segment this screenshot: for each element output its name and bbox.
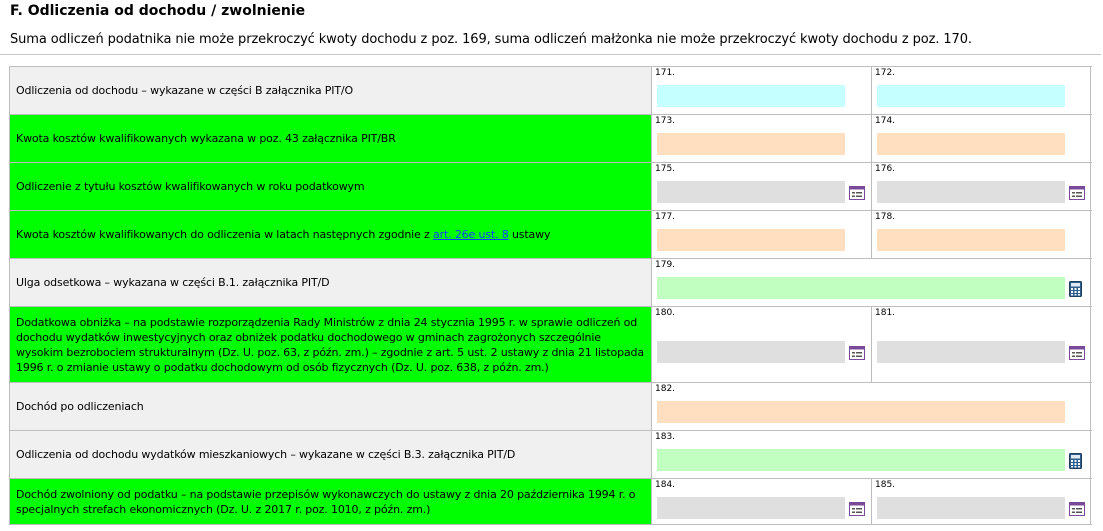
- row-label-text: Kwota kosztów kwalifikowanych do odlicze…: [16, 228, 434, 241]
- cell-178: 178.: [872, 211, 1091, 258]
- calculator-icon[interactable]: [1069, 453, 1082, 469]
- field-number: 178.: [875, 212, 896, 222]
- field-number: 175.: [655, 164, 676, 174]
- row-label: Dochód zwolniony od podatku – na podstaw…: [10, 479, 652, 524]
- form-row-180-181: Dodatkowa obniżka – na podstawie rozporz…: [10, 307, 1092, 383]
- field-178-input[interactable]: [877, 229, 1065, 251]
- field-185-input[interactable]: [877, 497, 1065, 519]
- field-184-input[interactable]: [657, 497, 845, 519]
- field-183-input[interactable]: [657, 449, 1065, 471]
- row-label: Kwota kosztów kwalifikowanych wykazana w…: [10, 115, 652, 162]
- cell-175: 175.: [652, 163, 872, 210]
- field-number: 179.: [655, 260, 676, 270]
- cell-179: 179.: [652, 259, 1091, 306]
- row-label: Odliczenia od dochodu – wykazane w częśc…: [10, 67, 652, 114]
- field-176-input[interactable]: [877, 181, 1065, 203]
- field-181-input[interactable]: [877, 341, 1065, 363]
- row-label: Ulga odsetkowa – wykazana w części B.1. …: [10, 259, 652, 306]
- row-label: Dochód po odliczeniach: [10, 383, 652, 430]
- field-number: 176.: [875, 164, 896, 174]
- cell-173: 173.: [652, 115, 872, 162]
- row-label: Kwota kosztów kwalifikowanych do odlicze…: [10, 211, 652, 258]
- row-label: Dodatkowa obniżka – na podstawie rozporz…: [10, 307, 652, 382]
- cell-181: 181.: [872, 307, 1091, 382]
- list-picker-icon[interactable]: [849, 345, 865, 361]
- field-number: 183.: [655, 432, 676, 442]
- cell-180: 180.: [652, 307, 872, 382]
- row-label: Odliczenia od dochodu wydatków mieszkani…: [10, 431, 652, 478]
- field-179-input[interactable]: [657, 277, 1065, 299]
- form-row-175-176: Odliczenie z tytułu kosztów kwalifikowan…: [10, 163, 1092, 211]
- field-number: 177.: [655, 212, 676, 222]
- field-177-input[interactable]: [657, 229, 845, 251]
- form-row-173-174: Kwota kosztów kwalifikowanych wykazana w…: [10, 115, 1092, 163]
- cell-171: 171.: [652, 67, 872, 114]
- form-row-171-172: Odliczenia od dochodu – wykazane w częśc…: [10, 67, 1092, 115]
- cell-184: 184.: [652, 479, 872, 524]
- form-row-177-178: Kwota kosztów kwalifikowanych do odlicze…: [10, 211, 1092, 259]
- field-182-input[interactable]: [657, 401, 1065, 423]
- row-label-text: ustawy: [508, 228, 551, 241]
- field-number: 181.: [875, 308, 896, 318]
- field-180-input[interactable]: [657, 341, 845, 363]
- field-number: 180.: [655, 308, 676, 318]
- field-number: 171.: [655, 68, 676, 78]
- field-175-input[interactable]: [657, 181, 845, 203]
- form-row-182: Dochód po odliczeniach 182.: [10, 383, 1092, 431]
- section-title: F. Odliczenia od dochodu / zwolnienie: [10, 3, 306, 19]
- cell-182: 182.: [652, 383, 1091, 430]
- calculator-icon[interactable]: [1069, 281, 1082, 297]
- field-number: 173.: [655, 116, 676, 126]
- list-picker-icon[interactable]: [849, 185, 865, 201]
- deductions-form: Odliczenia od dochodu – wykazane w częśc…: [9, 66, 1092, 525]
- list-picker-icon[interactable]: [849, 501, 865, 517]
- cell-174: 174.: [872, 115, 1091, 162]
- cell-172: 172.: [872, 67, 1091, 114]
- field-171-input[interactable]: [657, 85, 845, 107]
- section-divider: [0, 54, 1101, 55]
- cell-185: 185.: [872, 479, 1091, 524]
- field-number: 184.: [655, 480, 676, 490]
- cell-176: 176.: [872, 163, 1091, 210]
- form-row-179: Ulga odsetkowa – wykazana w części B.1. …: [10, 259, 1092, 307]
- field-173-input[interactable]: [657, 133, 845, 155]
- cell-183: 183.: [652, 431, 1091, 478]
- section-note: Suma odliczeń podatnika nie może przekro…: [10, 32, 972, 47]
- cell-177: 177.: [652, 211, 872, 258]
- list-picker-icon[interactable]: [1069, 345, 1085, 361]
- form-row-184-185: Dochód zwolniony od podatku – na podstaw…: [10, 479, 1092, 525]
- field-number: 174.: [875, 116, 896, 126]
- field-number: 172.: [875, 68, 896, 78]
- field-172-input[interactable]: [877, 85, 1065, 107]
- law-reference-link[interactable]: art. 26e ust. 8: [433, 228, 509, 241]
- row-label: Odliczenie z tytułu kosztów kwalifikowan…: [10, 163, 652, 210]
- field-174-input[interactable]: [877, 133, 1065, 155]
- list-picker-icon[interactable]: [1069, 185, 1085, 201]
- field-number: 185.: [875, 480, 896, 490]
- field-number: 182.: [655, 384, 676, 394]
- list-picker-icon[interactable]: [1069, 501, 1085, 517]
- form-row-183: Odliczenia od dochodu wydatków mieszkani…: [10, 431, 1092, 479]
